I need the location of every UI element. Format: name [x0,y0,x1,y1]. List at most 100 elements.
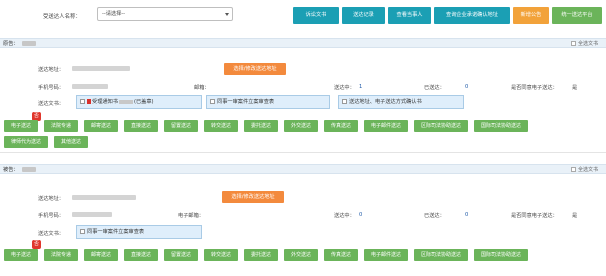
defendant-method-button[interactable]: 电子邮件送达 [364,249,408,261]
defendant-method-button[interactable]: 法院专递 [44,249,78,261]
defendant-address-redacted [72,195,136,200]
defendant-agree-electronic-label: 是否同意电子送达： [511,213,558,219]
plaintiff-delivered-count: 0 [465,84,469,90]
plaintiff-name-redacted [22,41,36,46]
section-divider [0,152,606,153]
defendant-select-all[interactable]: 全选文书 [570,166,598,173]
pdf-icon [87,99,91,104]
defendant-agree-electronic-value: 是 [572,213,578,219]
defendant-method-button[interactable]: 外交送达 [284,249,318,261]
plaintiff-method-button[interactable]: 其他送达 [54,136,88,148]
delivery-records-button[interactable]: 送达记录 [342,7,385,24]
defendant-email-label: 电子邮箱： [178,213,204,219]
defendant-electronic-badge: 否 [32,240,41,249]
defendant-method-button[interactable]: 邮寄送达 [84,249,118,261]
plaintiff-method-button[interactable]: 直接送达 [124,120,158,132]
defendant-docs-label: 送达文书： [38,231,64,237]
defendant-address-label: 送达地址： [38,196,64,202]
select-all-label: 全选文书 [577,167,598,173]
plaintiff-email-label: 邮箱： [194,85,210,91]
new-announcement-label: 新增公告 [520,12,542,18]
query-enterprise-address-label: 查询企业承诺确认地址 [446,12,498,18]
checkbox-icon[interactable] [570,167,576,172]
plaintiff-method-button[interactable]: 电子邮件送达 [364,120,408,132]
plaintiff-agree-electronic-label: 是否同意电子送达： [511,85,558,91]
doc-name: 送达地址、电子送达方式确认书 [349,99,422,105]
new-announcement-button[interactable]: 新增公告 [513,7,549,24]
defendant-doc-filing-review-form[interactable]: 同事一审案件立案审查表 [76,225,202,239]
view-parties-button[interactable]: 查看当事人 [388,7,431,24]
plaintiff-select-all[interactable]: 全选文书 [570,40,598,47]
defendant-method-button[interactable]: 转交送达 [204,249,238,261]
defendant-method-button[interactable]: 区际司法协助送达 [414,249,468,261]
plaintiff-label: 原告： [3,41,19,47]
delivery-records-label: 送达记录 [353,12,374,18]
checkbox-icon[interactable] [210,99,215,104]
recipient-select-value: --请选择-- [102,11,126,17]
unified-delivery-platform-button[interactable]: 统一送达平台 [552,7,602,24]
checkbox-icon[interactable] [342,99,347,104]
recipient-label: 受送达人名称： [43,14,81,20]
query-enterprise-address-button[interactable]: 查询企业承诺确认地址 [434,7,510,24]
doc-name: 同事一审案件立案审查表 [87,229,145,235]
plaintiff-phone-label: 手机号码： [38,85,64,91]
defendant-sending-count: 0 [359,212,363,218]
chevron-down-icon [225,13,229,16]
select-all-label: 全选文书 [577,41,598,47]
defendant-section-header: 被告： 全选文书 [0,164,606,174]
defendant-name-redacted [22,167,36,172]
doc-suffix: (已盖章) [133,99,154,105]
plaintiff-method-button[interactable]: 国际司法协助送达 [474,120,528,132]
modify-address-label: 选择/修改送达地址 [233,66,277,72]
redacted-text [118,99,133,104]
plaintiff-phone-redacted [72,84,108,89]
plaintiff-method-button[interactable]: 律师代为送达 [4,136,48,148]
plaintiff-doc-filing-review-form[interactable]: 同事一审案件立案审查表 [206,95,330,109]
defendant-method-button[interactable]: 传真送达 [324,249,358,261]
plaintiff-method-button[interactable]: 电子送达 [4,120,38,132]
plaintiff-docs-label: 送达文书： [38,101,64,107]
checkbox-icon[interactable] [570,41,576,46]
plaintiff-method-button[interactable]: 法院专递 [44,120,78,132]
plaintiff-sending-count: 1 [359,84,363,90]
defendant-delivered-label: 已送达： [424,213,445,219]
doc-name: 同事一审案件立案审查表 [217,99,275,105]
defendant-delivered-count: 0 [465,212,469,218]
defendant-method-button[interactable]: 国际司法协助送达 [474,249,528,261]
plaintiff-method-button[interactable]: 邮寄送达 [84,120,118,132]
defendant-phone-redacted [72,212,112,217]
plaintiff-delivered-label: 已送达： [424,85,445,91]
defendant-modify-address-button[interactable]: 选择/修改送达地址 [222,191,284,203]
defendant-sending-label: 送达中： [334,213,355,219]
plaintiff-method-button[interactable]: 传真送达 [324,120,358,132]
plaintiff-method-button[interactable]: 区际司法协助送达 [414,120,468,132]
plaintiff-method-button[interactable]: 转交送达 [204,120,238,132]
modify-address-label: 选择/修改送达地址 [231,194,275,200]
plaintiff-method-button[interactable]: 留置送达 [164,120,198,132]
plaintiff-address-redacted [72,66,130,71]
plaintiff-method-button[interactable]: 外交送达 [284,120,318,132]
defendant-method-button[interactable]: 电子送达 [4,249,38,261]
plaintiff-section-header: 原告： 全选文书 [0,38,606,48]
litigation-docs-label: 诉讼文书 [305,12,327,18]
recipient-select[interactable]: --请选择-- [97,7,233,21]
defendant-method-button[interactable]: 留置送达 [164,249,198,261]
litigation-docs-button[interactable]: 诉讼文书 [293,7,339,24]
plaintiff-doc-acceptance-notice[interactable]: 受理通知书 (已盖章) [76,95,202,109]
plaintiff-doc-address-confirmation[interactable]: 送达地址、电子送达方式确认书 [338,95,464,109]
plaintiff-address-label: 送达地址： [38,67,64,73]
plaintiff-sending-label: 送达中： [334,85,355,91]
defendant-method-button[interactable]: 直接送达 [124,249,158,261]
defendant-phone-label: 手机号码： [38,213,64,219]
view-parties-label: 查看当事人 [396,12,423,18]
defendant-label: 被告： [3,167,19,173]
doc-name: 受理通知书 [92,99,118,105]
checkbox-icon[interactable] [80,99,85,104]
checkbox-icon[interactable] [80,229,85,234]
plaintiff-method-button[interactable]: 委托送达 [244,120,278,132]
toolbar: 受送达人名称： --请选择-- 诉讼文书 送达记录 查看当事人 查询企业承诺确认… [0,0,606,32]
unified-delivery-platform-label: 统一送达平台 [561,12,593,18]
plaintiff-agree-electronic-value: 是 [572,85,578,91]
plaintiff-modify-address-button[interactable]: 选择/修改送达地址 [224,63,286,75]
defendant-method-button[interactable]: 委托送达 [244,249,278,261]
